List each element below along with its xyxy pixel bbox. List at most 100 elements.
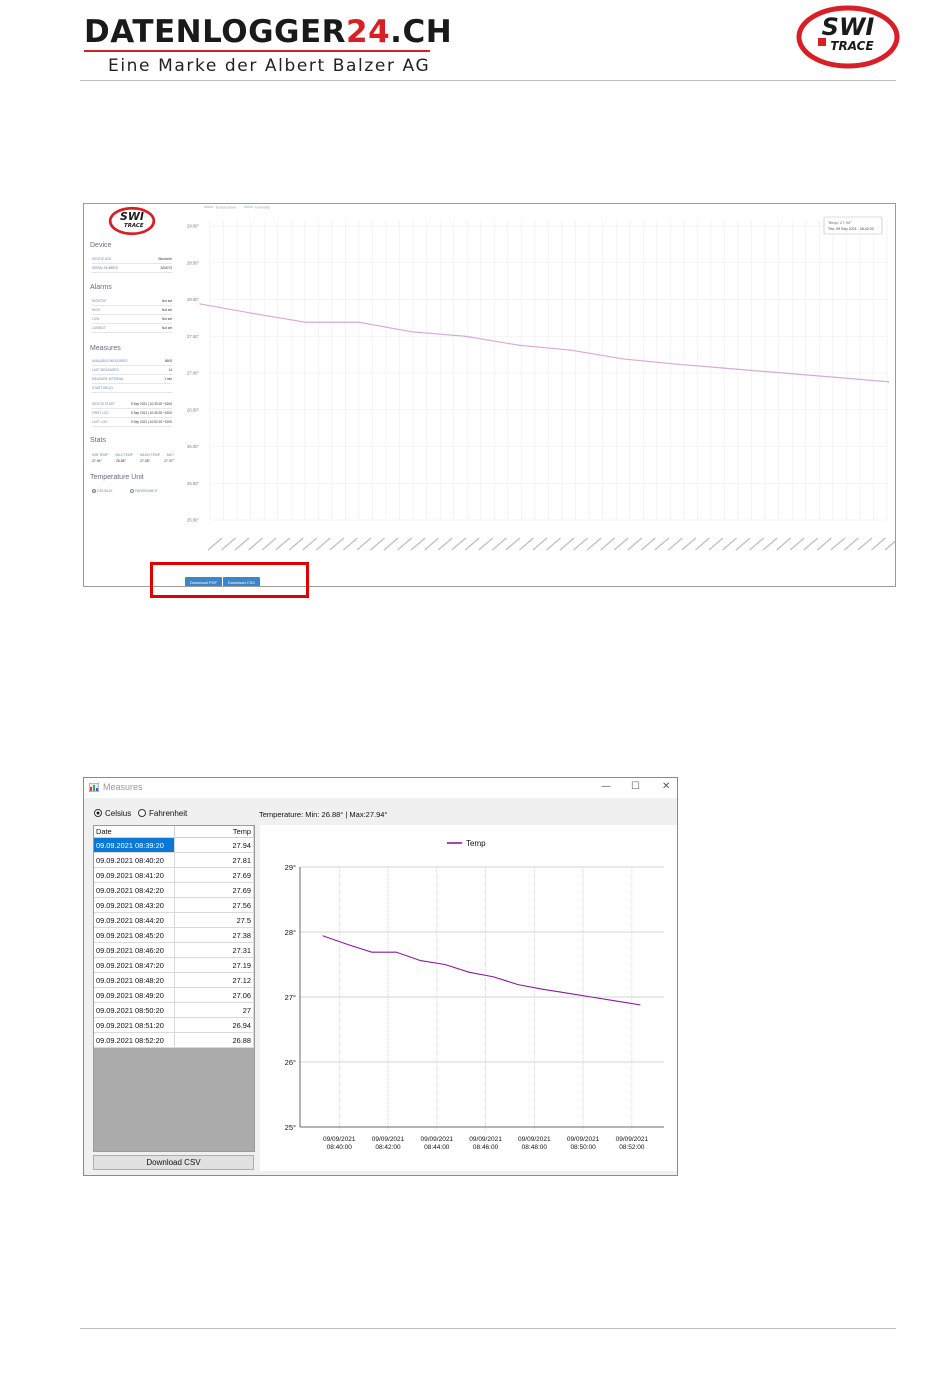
table-row[interactable]: 09.09.2021 08:46:20 27.31: [94, 942, 254, 958]
cell-date[interactable]: 09.09.2021 08:42:20: [94, 882, 175, 898]
measure-row-label: LAST MEASURES: [92, 368, 119, 372]
data-point: [517, 344, 519, 346]
stats-header: MEAN TEMP: [139, 453, 160, 457]
x-tick-label: 09/09/2021: [518, 1136, 551, 1143]
column-header-date[interactable]: Date: [94, 826, 175, 838]
cell-temp[interactable]: 27.5: [174, 912, 254, 928]
x-tick-label: [803, 537, 819, 551]
x-tick-label: [491, 537, 507, 551]
data-point: [590, 996, 592, 998]
column-header-temp[interactable]: Temp: [174, 826, 254, 838]
cell-date[interactable]: 09.09.2021 08:48:20: [94, 972, 175, 988]
cell-date[interactable]: 09.09.2021 08:51:20: [94, 1017, 175, 1033]
device-row-label: SERIAL NUMBER: [92, 266, 118, 270]
cell-date[interactable]: 09.09.2021 08:44:20: [94, 912, 175, 928]
tooltip-line: Thu, 09 Sep 2021 - 08:40:20: [828, 227, 874, 231]
data-point: [570, 349, 572, 351]
cell-temp[interactable]: 26.94: [174, 1017, 254, 1033]
stats-value: 27.94°: [92, 459, 102, 463]
unit-celsius-radio[interactable]: CELSIUS: [92, 489, 112, 494]
table-row[interactable]: 09.09.2021 08:41:20 27.69: [94, 867, 254, 883]
minimize-icon[interactable]: —: [601, 781, 611, 792]
x-tick-label: [261, 537, 277, 551]
x-tick-label: 08:40:00: [327, 1144, 353, 1151]
cell-date[interactable]: 09.09.2021 08:39:20: [94, 837, 175, 853]
table-row[interactable]: 09.09.2021 08:49:20 27.06: [94, 987, 254, 1003]
table-row[interactable]: 09.09.2021 08:45:20 27.38: [94, 927, 254, 943]
brand-tld: .CH: [390, 14, 453, 50]
x-tick-label: [708, 537, 724, 551]
cell-temp[interactable]: 27.81: [174, 852, 254, 868]
x-tick-label: [843, 537, 859, 551]
x-tick-label: 09/09/2021: [372, 1136, 405, 1143]
cell-date[interactable]: 09.09.2021 08:47:20: [94, 957, 175, 973]
brand-underline: [84, 50, 430, 52]
alarm-row-label: LOWBOT: [92, 326, 106, 330]
cell-temp[interactable]: 27.56: [174, 897, 254, 913]
x-tick-label: [288, 537, 304, 551]
cell-date[interactable]: 09.09.2021 08:49:20: [94, 987, 175, 1003]
table-row[interactable]: 09.09.2021 08:51:20 26.94: [94, 1017, 254, 1033]
radio-checked-icon[interactable]: [94, 809, 102, 817]
table-row[interactable]: 09.09.2021 08:40:20 27.81: [94, 852, 254, 868]
alarm-row: LOWBOT Not set: [92, 325, 172, 333]
data-point: [420, 960, 422, 962]
x-tick-label: [248, 537, 264, 551]
table-row[interactable]: 09.09.2021 08:42:20 27.69: [94, 882, 254, 898]
cell-temp[interactable]: 27: [174, 1002, 254, 1018]
cell-temp[interactable]: 27.12: [174, 972, 254, 988]
cell-date[interactable]: 09.09.2021 08:41:20: [94, 867, 175, 883]
cell-temp[interactable]: 27.06: [174, 987, 254, 1003]
fahrenheit-radio[interactable]: Fahrenheit: [138, 809, 187, 818]
cell-date[interactable]: 09.09.2021 08:43:20: [94, 897, 175, 913]
temp-series-line: [322, 935, 641, 1006]
cell-date[interactable]: 09.09.2021 08:52:20: [94, 1032, 175, 1048]
download-csv-button[interactable]: Download CSV: [93, 1155, 254, 1170]
brand-main: DATENLOGGER: [84, 14, 347, 50]
x-tick-label: [518, 537, 534, 551]
table-row[interactable]: 09.09.2021 08:43:20 27.56: [94, 897, 254, 913]
maximize-icon[interactable]: ☐: [631, 781, 640, 792]
cell-temp[interactable]: 26.88: [174, 1032, 254, 1048]
table-row[interactable]: 09.09.2021 08:44:20 27.5: [94, 912, 254, 928]
footer-divider: [80, 1328, 896, 1329]
data-point: [615, 1000, 617, 1002]
celsius-radio[interactable]: Celsius: [94, 809, 131, 818]
measure-row: FIRST LOG 9 Sep 2021 | 10:39:20 +0200: [92, 410, 172, 418]
data-point: [782, 372, 784, 374]
cell-date[interactable]: 09.09.2021 08:45:20: [94, 927, 175, 943]
x-tick-label: [437, 537, 453, 551]
x-tick-label: [694, 537, 710, 551]
cell-temp[interactable]: 27.19: [174, 957, 254, 973]
cell-date[interactable]: 09.09.2021 08:50:20: [94, 1002, 175, 1018]
cell-date[interactable]: 09.09.2021 08:40:20: [94, 852, 175, 868]
alarm-row-label: LOW: [92, 317, 100, 321]
table-row[interactable]: 09.09.2021 08:39:20 27.94: [94, 837, 254, 853]
close-icon[interactable]: ✕: [662, 781, 670, 792]
measures-grid[interactable]: Date Temp 09.09.2021 08:39:20 27.94 09.09…: [93, 825, 255, 1152]
alarm-row-label: HIGH: [92, 308, 100, 312]
data-point: [199, 303, 201, 305]
logo-text-bottom: TRACE: [830, 39, 874, 53]
radio-dot-checked[interactable]: [92, 489, 96, 494]
x-tick-label: [789, 537, 805, 551]
desktop-temperature-chart: 25°26°27°28°29°09/09/202108:40:0009/09/2…: [260, 825, 677, 1171]
table-row[interactable]: 09.09.2021 08:48:20 27.12: [94, 972, 254, 988]
table-row[interactable]: 09.09.2021 08:50:20 27: [94, 1002, 254, 1018]
cell-date[interactable]: 09.09.2021 08:46:20: [94, 942, 175, 958]
radio-dot[interactable]: [130, 489, 134, 494]
alarm-row-label: HIGHTOP: [92, 299, 107, 303]
section-device-title: Device: [90, 242, 112, 249]
cell-temp[interactable]: 27.94: [174, 837, 254, 853]
cell-temp[interactable]: 27.69: [174, 867, 254, 883]
stats-header: MIN TEMP: [92, 453, 109, 457]
table-row[interactable]: 09.09.2021 08:52:20 26.88: [94, 1032, 254, 1048]
unit-fahrenheit-radio[interactable]: FAHRENHEIT: [130, 489, 158, 494]
radio-unchecked-icon[interactable]: [138, 809, 146, 817]
cell-temp[interactable]: 27.38: [174, 927, 254, 943]
x-tick-label: [776, 537, 792, 551]
cell-temp[interactable]: 27.69: [174, 882, 254, 898]
table-row[interactable]: 09.09.2021 08:47:20 27.19: [94, 957, 254, 973]
data-point: [346, 943, 348, 945]
cell-temp[interactable]: 27.31: [174, 942, 254, 958]
